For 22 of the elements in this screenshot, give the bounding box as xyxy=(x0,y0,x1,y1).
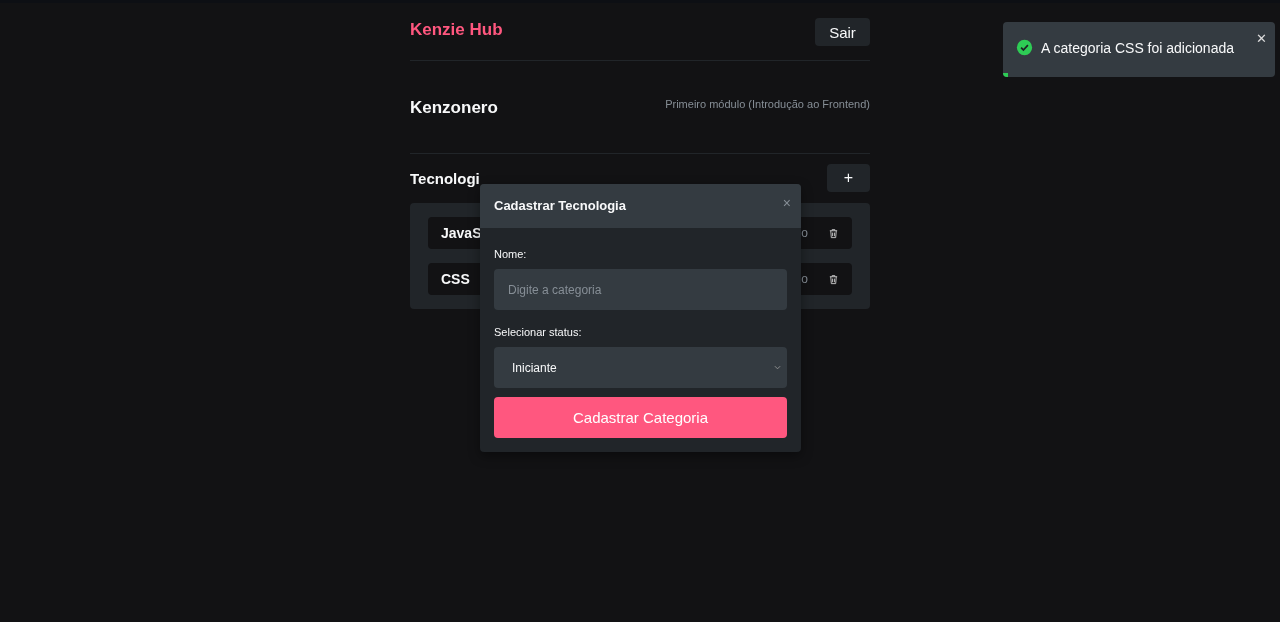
modal-title: Cadastrar Tecnologia xyxy=(494,198,626,213)
toast-message: A categoria CSS foi adicionada xyxy=(1041,39,1235,56)
trash-icon[interactable] xyxy=(828,227,839,239)
section-title: Tecnologi xyxy=(410,169,480,187)
tech-name: JavaS xyxy=(441,225,482,241)
tech-name: CSS xyxy=(441,271,470,287)
field-label: Nome: xyxy=(494,248,528,260)
trash-icon[interactable] xyxy=(828,273,839,285)
logo: Kenzie Hub xyxy=(410,20,503,40)
status-select[interactable]: Iniciante xyxy=(494,347,787,388)
add-button[interactable]: + xyxy=(827,164,870,192)
close-button[interactable]: ✕ xyxy=(1256,31,1267,46)
check-circle-icon xyxy=(1016,39,1033,56)
name-input-field[interactable]: Digite a categoria xyxy=(494,269,787,310)
field-label: Selecionar status: xyxy=(494,326,583,338)
tech-status: o xyxy=(801,226,808,240)
logout-button[interactable]: Sair xyxy=(815,18,870,46)
module-text: Primeiro módulo (Introdução ao Frontend) xyxy=(665,98,870,110)
tech-status: o xyxy=(801,272,808,286)
chevron-down-icon xyxy=(774,365,781,370)
close-button[interactable]: × xyxy=(780,195,793,211)
user-name: Kenzonero xyxy=(410,98,498,118)
